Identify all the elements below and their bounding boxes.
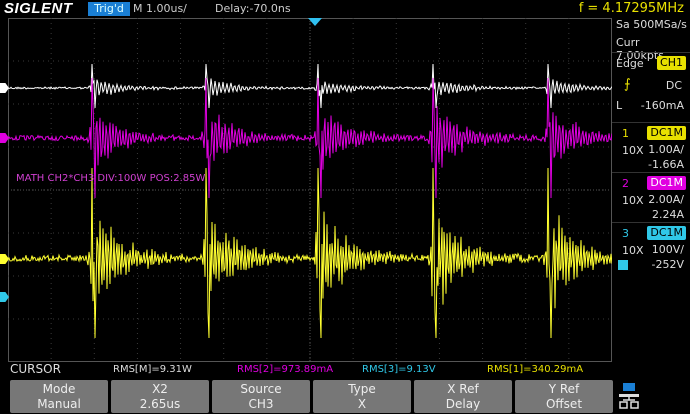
network-icon — [619, 383, 639, 409]
softkey-source-label: Source — [240, 382, 282, 396]
softkey-x2-value: 2.65us — [139, 397, 181, 411]
trigger-status-badge: Trig'd — [88, 2, 130, 16]
frequency-counter: f = 4.17295MHz — [578, 1, 684, 16]
brand-logo: SIGLENT — [4, 0, 73, 17]
softkey-x-ref-value: Delay — [445, 397, 481, 411]
softkey-y-ref-value: Offset — [545, 397, 583, 411]
ch1-coupling-badge: DC1M — [647, 126, 686, 140]
graticule — [8, 18, 612, 362]
softkey-x2[interactable]: X2 2.65us — [111, 380, 209, 413]
ch3-info[interactable]: 3 DC1M 10X 100V/ -252V — [612, 222, 690, 278]
ch2-info[interactable]: 2 DC1M 10X 2.00A/ 2.24A — [612, 172, 690, 228]
ch1-number: 1 — [622, 127, 629, 140]
softkey-mode-value: Manual — [37, 397, 81, 411]
ch2-probe: 10X — [622, 194, 644, 207]
trigger-type: Edge — [616, 57, 644, 70]
ch3-scale: 100V/ — [651, 243, 684, 256]
sample-rate: Sa 500MSa/s — [616, 18, 687, 31]
ch3-coupling-badge: DC1M — [647, 226, 686, 240]
waveform-display[interactable]: MATH CH2*CH3 DIV:100W POS:2.85W — [8, 18, 612, 362]
rms-math: RMS[M]=9.31W — [113, 364, 192, 375]
rms-ch2: RMS[2]=973.89mA — [237, 364, 334, 375]
softkey-mode-label: Mode — [42, 382, 76, 396]
menu-title: CURSOR — [10, 362, 61, 376]
ch1-trace — [8, 63, 612, 109]
softkey-y-ref[interactable]: Y Ref Offset — [515, 380, 613, 413]
ch2-number: 2 — [622, 177, 629, 190]
softkey-source[interactable]: Source CH3 — [212, 380, 310, 413]
ch2-scale: 2.00A/ — [648, 193, 684, 206]
trigger-level: -160mA — [640, 99, 684, 112]
timebase-readout: M 1.00us/ — [133, 2, 187, 15]
top-status-bar: SIGLENT Trig'd M 1.00us/ Delay:-70.0ns f… — [0, 0, 690, 18]
bandwidth-limit-icon — [618, 260, 628, 270]
softkey-mode[interactable]: Mode Manual — [10, 380, 108, 413]
softkey-x-ref[interactable]: X Ref Delay — [414, 380, 512, 413]
math-label: MATH CH2*CH3 DIV:100W POS:2.85W — [16, 173, 205, 184]
trigger-level-label: L — [616, 99, 623, 112]
delay-readout: Delay:-70.0ns — [215, 2, 291, 15]
rising-edge-icon: ⨍ — [624, 77, 631, 92]
softkey-type-label: Type — [348, 382, 376, 396]
ch3-probe: 10X — [622, 244, 644, 257]
softkey-x2-label: X2 — [152, 382, 168, 396]
softkey-x-ref-label: X Ref — [447, 382, 479, 396]
softkey-type[interactable]: Type X — [313, 380, 411, 413]
ch1-probe: 10X — [622, 144, 644, 157]
softkey-source-value: CH3 — [248, 397, 274, 411]
measurement-status-row: CURSOR RMS[M]=9.31W RMS[2]=973.89mA RMS[… — [0, 362, 690, 378]
softkey-y-ref-label: Y Ref — [548, 382, 580, 396]
ch1-scale: 1.00A/ — [648, 143, 684, 156]
ch3-number: 3 — [622, 227, 629, 240]
trigger-source-badge: CH1 — [657, 56, 686, 70]
ch1-offset: -1.66A — [648, 158, 684, 171]
trigger-coupling: DC — [665, 79, 682, 92]
ch2-coupling-badge: DC1M — [647, 176, 686, 190]
ch3-offset: -252V — [651, 258, 685, 271]
softkey-type-value: X — [357, 397, 367, 411]
trigger-info[interactable]: Edge CH1 ⨍ DC L -160mA — [612, 52, 690, 126]
softkey-bar: Mode Manual X2 2.65us Source CH3 Type X … — [0, 378, 690, 414]
ch1-info[interactable]: 1 DC1M 10X 1.00A/ -1.66A — [612, 122, 690, 178]
rms-ch1: RMS[1]=340.29mA — [487, 364, 584, 375]
ch2-offset: 2.24A — [651, 208, 684, 221]
right-info-panel: Sa 500MSa/s Curr 7.00kpts Edge CH1 ⨍ DC … — [612, 18, 690, 378]
rms-ch3: RMS[3]=9.13V — [362, 364, 436, 375]
